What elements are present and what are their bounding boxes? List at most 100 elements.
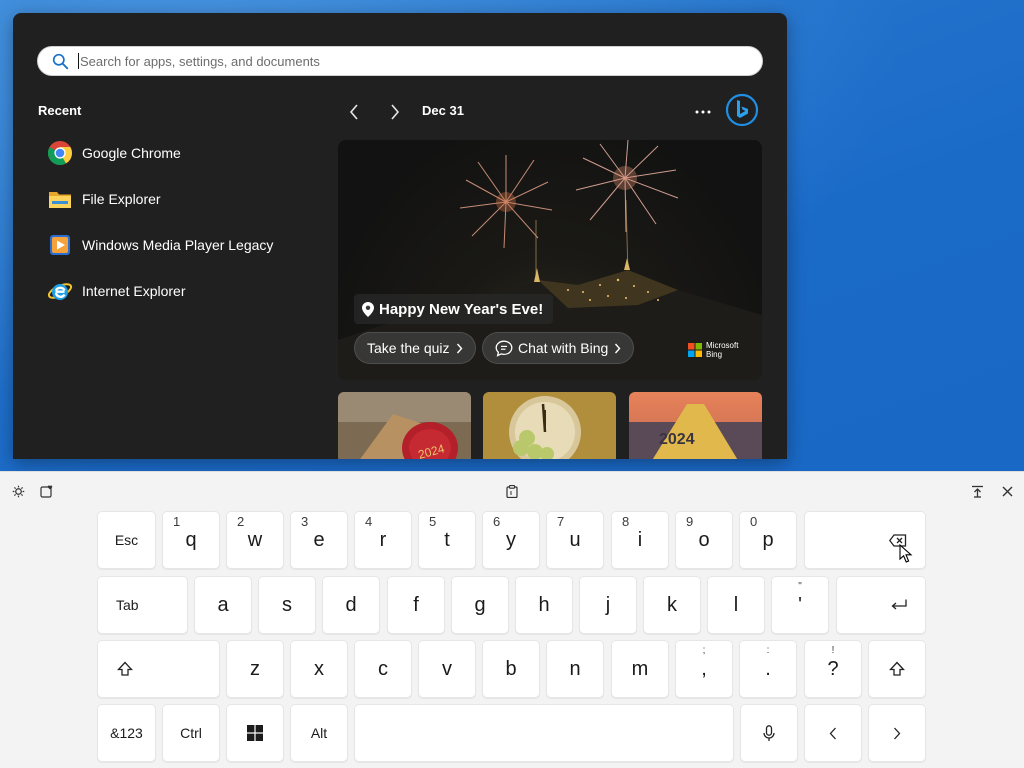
- key-label: g: [474, 593, 486, 616]
- hero-title[interactable]: Happy New Year's Eve!: [354, 294, 554, 324]
- more-options-button[interactable]: [689, 98, 717, 126]
- hero-title-text: Happy New Year's Eve!: [379, 300, 544, 318]
- key-label: z: [250, 657, 260, 680]
- key-t[interactable]: 5 t: [418, 511, 476, 569]
- key-m[interactable]: m: [611, 640, 669, 698]
- key-arrow-right[interactable]: [868, 704, 926, 762]
- key-b[interactable]: b: [482, 640, 540, 698]
- key-s[interactable]: s: [258, 576, 316, 634]
- more-dots-icon: [695, 110, 711, 114]
- key-esc[interactable]: Esc: [97, 511, 156, 569]
- bing-chat-icon[interactable]: [725, 93, 759, 127]
- previous-button[interactable]: [340, 98, 368, 126]
- key-tab[interactable]: Tab: [97, 576, 188, 634]
- chevron-left-icon: [349, 104, 358, 120]
- champagne-cork-2024-thumbnail: 2024: [338, 392, 471, 459]
- key-label: u: [569, 528, 581, 551]
- chat-with-bing-button[interactable]: Chat with Bing: [482, 332, 635, 364]
- thumbnail-clock-grapes[interactable]: [483, 392, 616, 459]
- key-shift-left[interactable]: [97, 640, 220, 698]
- key-sublabel: ": [798, 581, 802, 592]
- key-period[interactable]: : .: [739, 640, 797, 698]
- key-v[interactable]: v: [418, 640, 476, 698]
- mouse-pointer-icon: [899, 544, 913, 563]
- key-question[interactable]: ! ?: [804, 640, 862, 698]
- key-q[interactable]: 1 q: [162, 511, 220, 569]
- key-w[interactable]: 2 w: [226, 511, 284, 569]
- thumbnail-road-2024[interactable]: 2024: [629, 392, 762, 459]
- key-label: d: [345, 593, 357, 616]
- key-label: j: [605, 593, 611, 616]
- key-label: h: [538, 593, 550, 616]
- key-y[interactable]: 6 y: [482, 511, 540, 569]
- microsoft-bing-logo: Microsoft Bing: [688, 341, 738, 359]
- search-input[interactable]: [80, 53, 680, 69]
- key-z[interactable]: z: [226, 640, 284, 698]
- recent-item-windows-media-player-legacy[interactable]: Windows Media Player Legacy: [38, 226, 308, 264]
- close-keyboard-button[interactable]: [996, 480, 1018, 502]
- key-sublabel: 8: [622, 514, 630, 529]
- key-label: ': [798, 593, 802, 616]
- key-d[interactable]: d: [322, 576, 380, 634]
- key-ctrl[interactable]: Ctrl: [162, 704, 220, 762]
- key-r[interactable]: 4 r: [354, 511, 412, 569]
- clipboard-button[interactable]: [501, 480, 523, 502]
- key-alt[interactable]: Alt: [290, 704, 348, 762]
- key-n[interactable]: n: [546, 640, 604, 698]
- key-k[interactable]: k: [643, 576, 701, 634]
- key-u[interactable]: 7 u: [546, 511, 604, 569]
- key-shift-right[interactable]: [868, 640, 926, 698]
- key-i[interactable]: 8 i: [611, 511, 669, 569]
- arrow-right-icon: [894, 727, 901, 739]
- recent-item-google-chrome[interactable]: Google Chrome: [38, 134, 308, 172]
- chat-with-bing-label: Chat with Bing: [518, 340, 609, 356]
- key-label: a: [217, 593, 229, 616]
- take-quiz-button[interactable]: Take the quiz: [354, 332, 476, 364]
- keyboard-settings-button[interactable]: [7, 480, 29, 502]
- key-p[interactable]: 0 p: [739, 511, 797, 569]
- key-microphone[interactable]: [740, 704, 798, 762]
- hero-card[interactable]: Happy New Year's Eve! Take the quiz Chat…: [338, 140, 762, 380]
- windows-logo-icon: [247, 725, 263, 741]
- key-x[interactable]: x: [290, 640, 348, 698]
- date-label: Dec 31: [422, 103, 464, 118]
- key-g[interactable]: g: [451, 576, 509, 634]
- dock-keyboard-button[interactable]: [966, 480, 988, 502]
- internet-explorer-icon: [47, 283, 73, 300]
- shift-icon: [117, 661, 133, 676]
- key-apostrophe[interactable]: " ': [771, 576, 829, 634]
- arrow-left-icon: [829, 727, 836, 739]
- key-label: w: [247, 528, 263, 551]
- key-a[interactable]: a: [194, 576, 252, 634]
- recent-item-file-explorer[interactable]: File Explorer: [38, 180, 308, 218]
- key-l[interactable]: l: [707, 576, 765, 634]
- key-label: t: [444, 528, 450, 551]
- key-symbols[interactable]: &123: [97, 704, 156, 762]
- app-label: Windows Media Player Legacy: [82, 237, 274, 253]
- key-label: o: [698, 528, 710, 551]
- key-arrow-left[interactable]: [804, 704, 862, 762]
- next-button[interactable]: [381, 98, 409, 126]
- key-label: Alt: [310, 725, 328, 741]
- key-f[interactable]: f: [387, 576, 445, 634]
- key-c[interactable]: c: [354, 640, 412, 698]
- dock-icon: [971, 485, 983, 498]
- key-h[interactable]: h: [515, 576, 573, 634]
- search-box[interactable]: [37, 46, 763, 76]
- key-sublabel: !: [831, 645, 835, 656]
- key-label: e: [313, 528, 325, 551]
- key-o[interactable]: 9 o: [675, 511, 733, 569]
- key-e[interactable]: 3 e: [290, 511, 348, 569]
- brand-line-2: Bing: [706, 350, 723, 359]
- key-sublabel: 1: [173, 514, 181, 529]
- key-sublabel: ;: [702, 645, 706, 656]
- enter-icon: [891, 599, 907, 610]
- key-comma[interactable]: ; ,: [675, 640, 733, 698]
- key-windows[interactable]: [226, 704, 284, 762]
- key-enter[interactable]: [836, 576, 926, 634]
- emoji-panel-button[interactable]: [36, 480, 58, 502]
- key-j[interactable]: j: [579, 576, 637, 634]
- thumbnail-champagne-cork[interactable]: 2024: [338, 392, 471, 459]
- recent-item-internet-explorer[interactable]: Internet Explorer: [38, 272, 308, 310]
- key-space[interactable]: [354, 704, 734, 762]
